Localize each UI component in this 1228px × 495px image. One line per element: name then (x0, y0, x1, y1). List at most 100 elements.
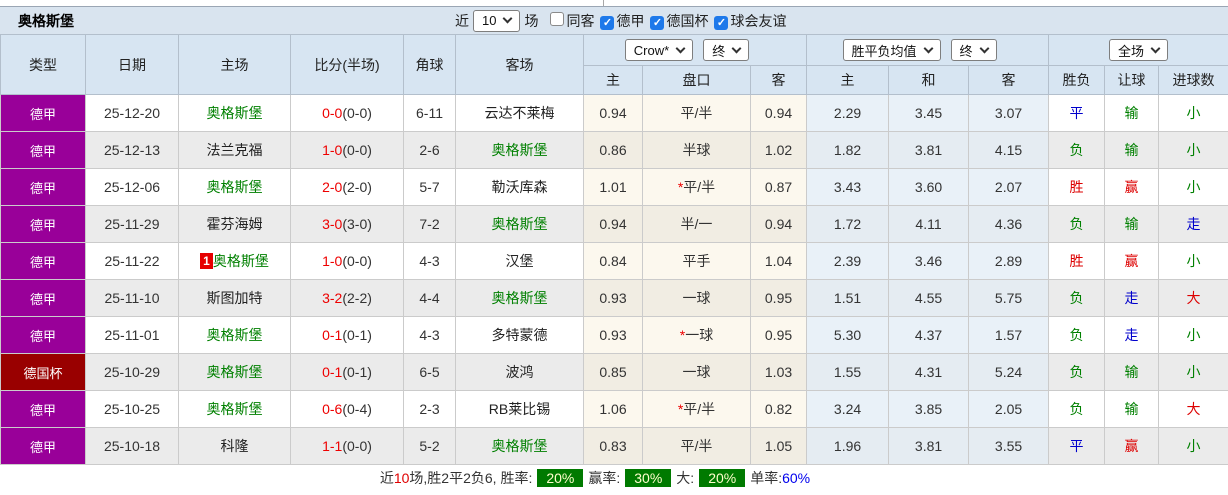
home-team: 奥格斯堡 (178, 316, 291, 354)
odds-home-cell: 0.93 (583, 279, 643, 317)
fulltime-score: 2-0 (322, 179, 343, 195)
chevron-down-icon (731, 43, 742, 53)
handicap-text: 平/半 (680, 105, 713, 121)
col-header-handicap-result: 让球 (1104, 65, 1160, 95)
col-header-away: 客场 (455, 34, 584, 95)
goals-result-cell: 小 (1158, 316, 1228, 354)
handicap-result-cell: 输 (1104, 131, 1160, 169)
handicap-cell: 一球 (642, 279, 751, 317)
filter-checkbox-0[interactable] (550, 11, 565, 26)
table-row: 德甲 25-11-22 1 奥格斯堡 1-0(0-0) 4-3 汉堡 0.84 平… (0, 242, 1228, 280)
odds-home-cell: 1.01 (583, 168, 643, 206)
chevron-down-icon (675, 43, 686, 53)
result-cell: 负 (1048, 390, 1106, 428)
score-cell: 1-0(0-0) (290, 242, 404, 280)
big-rate-badge: 20% (699, 468, 746, 487)
win-rate-label: 胜率: (500, 469, 533, 486)
chevron-down-icon (923, 43, 933, 53)
league-badge: 德甲 (0, 390, 86, 428)
odds-stage-select[interactable]: 终 (703, 39, 750, 61)
goals-result-cell: 小 (1158, 242, 1228, 280)
avg-home-cell: 5.30 (806, 316, 890, 354)
away-team: 奥格斯堡 (455, 131, 584, 169)
score-cell: 3-0(3-0) (290, 205, 404, 243)
away-team-name: 勒沃库森 (491, 179, 548, 195)
odds-away-cell: 1.04 (749, 242, 808, 280)
fulltime-score: 1-1 (322, 438, 343, 454)
goals-result-cell: 小 (1158, 168, 1228, 206)
table-row: 德甲 25-11-29 霍芬海姆 3-0(3-0) 7-2 奥格斯堡 0.94 … (0, 205, 1228, 243)
goals-result-cell: 大 (1158, 390, 1228, 428)
col-header-corners: 角球 (403, 34, 456, 95)
odds-home-cell: 0.94 (583, 94, 643, 132)
halftime-score: (3-0) (342, 216, 372, 232)
filter-label[interactable]: 德甲 (616, 13, 644, 29)
handicap-text: 平/半 (683, 401, 716, 417)
goals-result-cell: 小 (1158, 427, 1228, 465)
odds-home-cell: 0.86 (583, 131, 643, 169)
handicap-text: 半球 (682, 142, 711, 158)
table-row: 德甲 25-11-01 奥格斯堡 0-1(0-1) 4-3 多特蒙德 0.93 … (0, 316, 1228, 354)
match-date: 25-10-25 (85, 390, 179, 428)
page-title: 奥格斯堡 (18, 12, 74, 29)
league-badge: 德甲 (0, 131, 86, 169)
corners-cell: 5-2 (403, 427, 456, 465)
filter-checkbox-3[interactable]: ✓ (714, 16, 729, 30)
filter-label[interactable]: 同客 (566, 13, 594, 29)
home-team: 奥格斯堡 (178, 390, 291, 428)
match-date: 25-11-10 (85, 279, 179, 317)
win-rate-badge: 20% (537, 468, 584, 487)
odds-away-cell: 0.94 (749, 94, 808, 132)
goals-result-cell: 小 (1158, 353, 1228, 391)
goals-result-cell: 大 (1158, 279, 1228, 317)
match-date: 25-12-06 (85, 168, 179, 206)
odds-group-header: Crow* 终 (582, 34, 808, 66)
home-team-name: 奥格斯堡 (206, 327, 263, 343)
col-header-odds-away: 客 (749, 65, 808, 95)
result-cell: 胜 (1048, 242, 1106, 280)
result-cell: 负 (1048, 353, 1106, 391)
handicap-result-cell: 输 (1104, 353, 1160, 391)
score-cell: 2-0(2-0) (290, 168, 404, 206)
away-team-name: 云达不莱梅 (484, 105, 555, 121)
handicap-text: 半/一 (680, 216, 713, 232)
avg-draw-cell: 4.11 (888, 205, 970, 243)
home-team: 霍芬海姆 (178, 205, 291, 243)
match-date: 25-11-29 (85, 205, 179, 243)
filter-label[interactable]: 德国杯 (666, 13, 708, 29)
league-badge: 德甲 (0, 205, 86, 243)
away-team: RB莱比锡 (455, 390, 584, 428)
filter-label[interactable]: 球会友谊 (730, 13, 786, 29)
match-date: 25-10-18 (85, 427, 179, 465)
handicap-cell: *平/半 (642, 168, 751, 206)
avg-select[interactable]: 胜平负均值 (842, 39, 941, 61)
filter-checkbox-1[interactable]: ✓ (600, 16, 615, 30)
corners-cell: 6-5 (403, 353, 456, 391)
halftime-score: (0-0) (342, 142, 372, 158)
col-header-result: 胜负 (1048, 65, 1106, 95)
odds-company-select[interactable]: Crow* (624, 39, 694, 61)
handicap-cell: 半/一 (642, 205, 751, 243)
scope-select[interactable]: 全场 (1109, 39, 1169, 61)
score-cell: 0-1(0-1) (290, 316, 404, 354)
handicap-cell: *一球 (642, 316, 751, 354)
halftime-score: (0-0) (342, 105, 372, 121)
away-team: 奥格斯堡 (455, 279, 584, 317)
odds-home-cell: 0.93 (583, 316, 643, 354)
chevron-down-icon (979, 43, 989, 53)
col-header-type: 类型 (0, 34, 86, 95)
odds-home-cell: 0.85 (583, 353, 643, 391)
avg-away-cell: 1.57 (968, 316, 1050, 354)
home-team-name: 科隆 (220, 438, 249, 454)
avg-stage-select[interactable]: 终 (950, 39, 997, 61)
home-team: 科隆 (178, 427, 291, 465)
odds-away-cell: 1.05 (749, 427, 808, 465)
avg-home-cell: 1.72 (806, 205, 890, 243)
handicap-cell: *平/半 (642, 390, 751, 428)
avg-draw-cell: 3.81 (888, 427, 970, 465)
away-team: 汉堡 (455, 242, 584, 280)
result-cell: 负 (1048, 316, 1106, 354)
league-badge: 德甲 (0, 316, 86, 354)
filter-checkbox-2[interactable]: ✓ (650, 16, 665, 30)
recent-count-select[interactable]: 10 (473, 9, 521, 32)
